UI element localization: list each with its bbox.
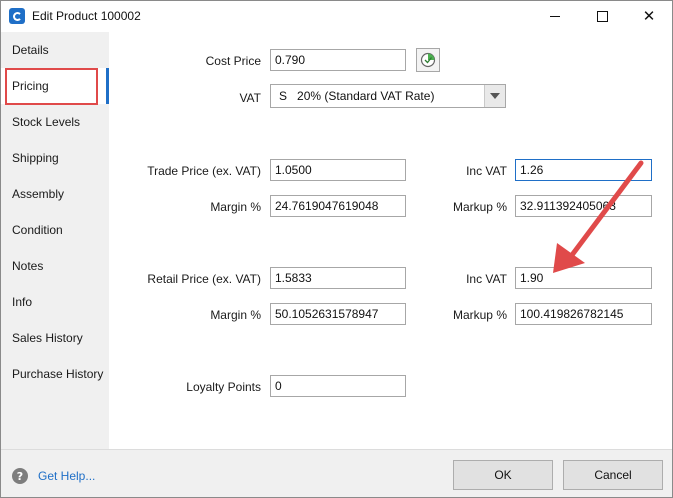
sidebar-item-sales-history[interactable]: Sales History: [1, 320, 109, 356]
ok-button[interactable]: OK: [453, 460, 553, 490]
trade-margin-label: Margin %: [210, 200, 261, 214]
active-item-highlight: [5, 68, 98, 105]
vat-select[interactable]: S 20% (Standard VAT Rate): [270, 84, 506, 108]
app-logo-icon: [9, 8, 25, 24]
window-title: Edit Product 100002: [32, 9, 141, 23]
retail-inc-vat-label: Inc VAT: [466, 272, 507, 286]
trade-inc-vat-label: Inc VAT: [466, 164, 507, 178]
dialog-footer: ? Get Help... OK Cancel: [1, 449, 672, 497]
help-icon[interactable]: ?: [12, 468, 28, 484]
retail-markup-label: Markup %: [452, 308, 507, 322]
calculator-button[interactable]: [416, 48, 440, 72]
sidebar-item-assembly[interactable]: Assembly: [1, 176, 109, 212]
vat-code: S: [279, 89, 288, 103]
sidebar-item-details[interactable]: Details: [1, 32, 109, 68]
loyalty-points-label: Loyalty Points: [186, 380, 261, 394]
vat-rate: 20% (Standard VAT Rate): [297, 89, 435, 103]
title-bar: Edit Product 100002 ✕: [1, 1, 672, 32]
sidebar-item-info[interactable]: Info: [1, 284, 109, 320]
trade-margin-field[interactable]: [270, 195, 406, 217]
sidebar-item-shipping[interactable]: Shipping: [1, 140, 109, 176]
sidebar-item-stock-levels[interactable]: Stock Levels: [1, 104, 109, 140]
sidebar: Details Pricing Stock Levels Shipping As…: [1, 32, 109, 449]
trade-markup-label: Markup %: [452, 200, 507, 214]
retail-margin-field[interactable]: [270, 303, 406, 325]
retail-inc-vat-field[interactable]: [515, 267, 652, 289]
vat-label: VAT: [239, 91, 261, 105]
calculator-icon: [420, 52, 436, 68]
trade-price-label: Trade Price (ex. VAT): [147, 164, 261, 178]
sidebar-item-condition[interactable]: Condition: [1, 212, 109, 248]
close-button[interactable]: ✕: [626, 1, 672, 32]
maximize-icon: [596, 11, 608, 22]
retail-margin-label: Margin %: [210, 308, 261, 322]
vat-selected-value: S 20% (Standard VAT Rate): [279, 89, 434, 103]
cost-price-label: Cost Price: [205, 54, 261, 68]
get-help-link[interactable]: Get Help...: [38, 469, 95, 483]
close-icon: ✕: [642, 7, 656, 25]
retail-price-label: Retail Price (ex. VAT): [147, 272, 261, 286]
cost-price-field[interactable]: [270, 49, 406, 71]
minimize-icon: [550, 16, 560, 17]
sidebar-item-notes[interactable]: Notes: [1, 248, 109, 284]
retail-markup-field[interactable]: [515, 303, 652, 325]
retail-price-field[interactable]: [270, 267, 406, 289]
edit-product-window: Edit Product 100002 ✕ Details Pricing St…: [0, 0, 673, 498]
trade-inc-vat-field[interactable]: [515, 159, 652, 181]
pricing-panel: Cost Price VAT S 20% (Standard VAT Rate)…: [109, 32, 672, 449]
sidebar-item-purchase-history[interactable]: Purchase History: [1, 356, 109, 392]
minimize-button[interactable]: [532, 1, 578, 32]
dropdown-arrow-icon[interactable]: [484, 85, 505, 107]
trade-price-field[interactable]: [270, 159, 406, 181]
loyalty-points-field[interactable]: [270, 375, 406, 397]
trade-markup-field[interactable]: [515, 195, 652, 217]
maximize-button[interactable]: [579, 1, 625, 32]
cancel-button[interactable]: Cancel: [563, 460, 663, 490]
